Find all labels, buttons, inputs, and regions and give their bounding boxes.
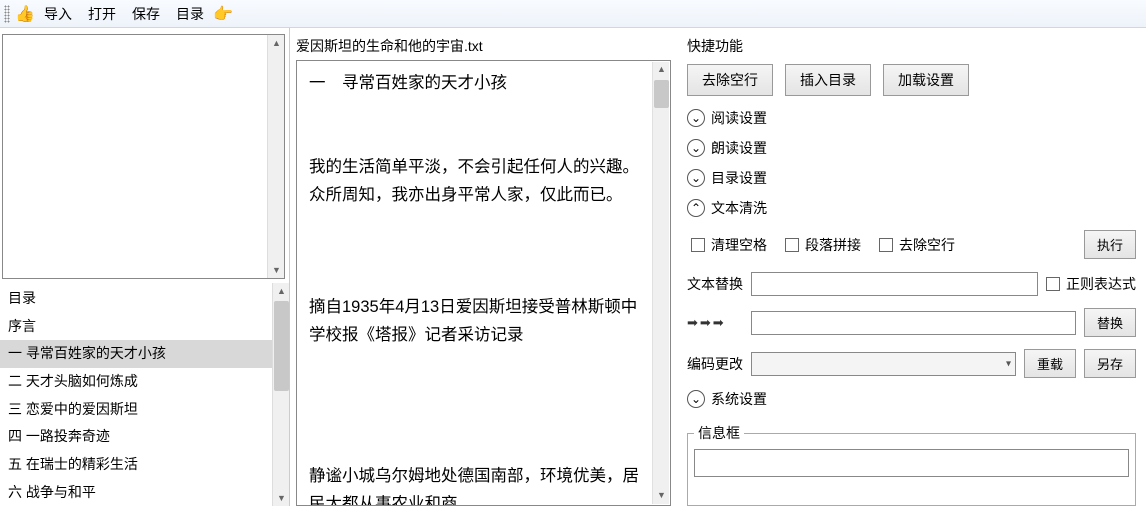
- text-editor[interactable]: 一 寻常百姓家的天才小孩 我的生活简单平淡，不会引起任何人的兴趣。众所周知，我亦…: [296, 60, 671, 506]
- checkbox-label: 清理空格: [711, 235, 767, 255]
- encoding-select[interactable]: ▾: [751, 352, 1016, 376]
- checkbox-icon: [785, 238, 799, 252]
- left-column: ▲ ▼ 目录 序言 一 寻常百姓家的天才小孩 二 天才头脑如何炼成 三 恋爱中的…: [0, 28, 290, 506]
- checkbox-icon: [879, 238, 893, 252]
- reload-button[interactable]: 重载: [1024, 349, 1076, 378]
- arrows-icon: ➡➡➡: [687, 315, 743, 331]
- scroll-up-arrow[interactable]: ▲: [274, 283, 289, 299]
- info-box: 信息框: [687, 423, 1136, 506]
- system-settings-expander[interactable]: ⌄ 系统设置: [687, 387, 1136, 411]
- checkbox-label: 去除空行: [899, 235, 955, 255]
- load-settings-button[interactable]: 加载设置: [883, 64, 969, 96]
- expander-label: 阅读设置: [711, 108, 767, 128]
- replace-input[interactable]: [751, 311, 1076, 335]
- toc-item[interactable]: 六 战争与和平: [0, 479, 272, 506]
- remove-blank-checkbox[interactable]: 去除空行: [879, 235, 955, 255]
- chevron-down-icon: ⌄: [687, 109, 705, 127]
- encoding-row: 编码更改 ▾ 重载 另存: [687, 346, 1136, 381]
- main-toolbar: 👍 导入 打开 保存 目录 👉: [0, 0, 1146, 28]
- save-button[interactable]: 保存: [126, 2, 166, 26]
- replace-find-row: 文本替换 正则表达式: [687, 269, 1136, 299]
- expander-label: 文本清洗: [711, 198, 767, 218]
- thumb-up-icon[interactable]: 👍: [16, 5, 34, 23]
- scroll-down-arrow[interactable]: ▼: [274, 490, 289, 506]
- import-button[interactable]: 导入: [38, 2, 78, 26]
- catalog-button[interactable]: 目录: [170, 2, 210, 26]
- quick-title: 快捷功能: [687, 34, 1136, 58]
- file-title: 爱因斯坦的生命和他的宇宙.txt: [296, 34, 671, 60]
- toc-container: 目录 序言 一 寻常百姓家的天才小孩 二 天才头脑如何炼成 三 恋爱中的爱因斯坦…: [0, 283, 289, 506]
- center-column: 爱因斯坦的生命和他的宇宙.txt 一 寻常百姓家的天才小孩 我的生活简单平淡，不…: [290, 28, 675, 506]
- remove-blank-button[interactable]: 去除空行: [687, 64, 773, 96]
- info-textarea[interactable]: [694, 449, 1129, 477]
- toc-item[interactable]: 序言: [0, 313, 272, 341]
- clear-spaces-checkbox[interactable]: 清理空格: [691, 235, 767, 255]
- scroll-down-arrow[interactable]: ▼: [269, 262, 284, 278]
- checkbox-label: 段落拼接: [805, 235, 861, 255]
- chevron-down-icon: ⌄: [687, 390, 705, 408]
- insert-toc-button[interactable]: 插入目录: [785, 64, 871, 96]
- checkbox-icon: [1046, 277, 1060, 291]
- toc-settings-expander[interactable]: ⌄ 目录设置: [687, 166, 1136, 190]
- toc-item[interactable]: 五 在瑞士的精彩生活: [0, 451, 272, 479]
- quick-buttons: 去除空行 插入目录 加载设置: [687, 64, 1136, 96]
- toc-item[interactable]: 目录: [0, 285, 272, 313]
- right-column: 快捷功能 去除空行 插入目录 加载设置 ⌄ 阅读设置 ⌄ 朗读设置 ⌄ 目录设置…: [675, 28, 1146, 506]
- text-scrollbar[interactable]: ▲ ▼: [652, 62, 669, 504]
- encoding-label: 编码更改: [687, 354, 743, 374]
- scroll-thumb[interactable]: [274, 301, 289, 391]
- left-top-scrollbar[interactable]: ▲ ▼: [267, 35, 284, 278]
- scroll-up-arrow[interactable]: ▲: [269, 35, 284, 51]
- toc-item[interactable]: 三 恋爱中的爱因斯坦: [0, 396, 272, 424]
- replace-with-row: ➡➡➡ 替换: [687, 305, 1136, 340]
- replace-label: 文本替换: [687, 274, 743, 294]
- execute-button[interactable]: 执行: [1084, 230, 1136, 259]
- info-box-title: 信息框: [694, 423, 744, 443]
- chevron-down-icon: ▾: [1006, 358, 1011, 369]
- main-area: ▲ ▼ 目录 序言 一 寻常百姓家的天才小孩 二 天才头脑如何炼成 三 恋爱中的…: [0, 28, 1146, 506]
- toc-scrollbar[interactable]: ▲ ▼: [272, 283, 289, 506]
- toc-item[interactable]: 一 寻常百姓家的天才小孩: [0, 340, 272, 368]
- find-input[interactable]: [751, 272, 1038, 296]
- chevron-down-icon: ⌄: [687, 139, 705, 157]
- clean-options-row: 清理空格 段落拼接 去除空行 执行: [687, 226, 1136, 263]
- merge-para-checkbox[interactable]: 段落拼接: [785, 235, 861, 255]
- scroll-up-arrow[interactable]: ▲: [654, 62, 669, 78]
- thumb-right-icon[interactable]: 👉: [214, 5, 232, 23]
- toc-list: 目录 序言 一 寻常百姓家的天才小孩 二 天才头脑如何炼成 三 恋爱中的爱因斯坦…: [0, 283, 272, 506]
- expander-label: 系统设置: [711, 389, 767, 409]
- expander-label: 朗读设置: [711, 138, 767, 158]
- chevron-down-icon: ⌄: [687, 169, 705, 187]
- toolbar-grip[interactable]: [4, 5, 10, 23]
- expander-label: 目录设置: [711, 168, 767, 188]
- text-clean-expander[interactable]: ⌃ 文本清洗: [687, 196, 1136, 220]
- text-content[interactable]: 一 寻常百姓家的天才小孩 我的生活简单平淡，不会引起任何人的兴趣。众所周知，我亦…: [309, 69, 641, 506]
- open-button[interactable]: 打开: [82, 2, 122, 26]
- speak-settings-expander[interactable]: ⌄ 朗读设置: [687, 136, 1136, 160]
- checkbox-icon: [691, 238, 705, 252]
- read-settings-expander[interactable]: ⌄ 阅读设置: [687, 106, 1136, 130]
- chevron-up-icon: ⌃: [687, 199, 705, 217]
- scroll-down-arrow[interactable]: ▼: [654, 488, 669, 504]
- scroll-thumb[interactable]: [654, 80, 669, 108]
- regex-checkbox[interactable]: 正则表达式: [1046, 274, 1136, 294]
- left-top-panel: ▲ ▼: [2, 34, 285, 279]
- checkbox-label: 正则表达式: [1066, 274, 1136, 294]
- replace-button[interactable]: 替换: [1084, 308, 1136, 337]
- toc-item[interactable]: 四 一路投奔奇迹: [0, 423, 272, 451]
- toc-item[interactable]: 二 天才头脑如何炼成: [0, 368, 272, 396]
- save-as-button[interactable]: 另存: [1084, 349, 1136, 378]
